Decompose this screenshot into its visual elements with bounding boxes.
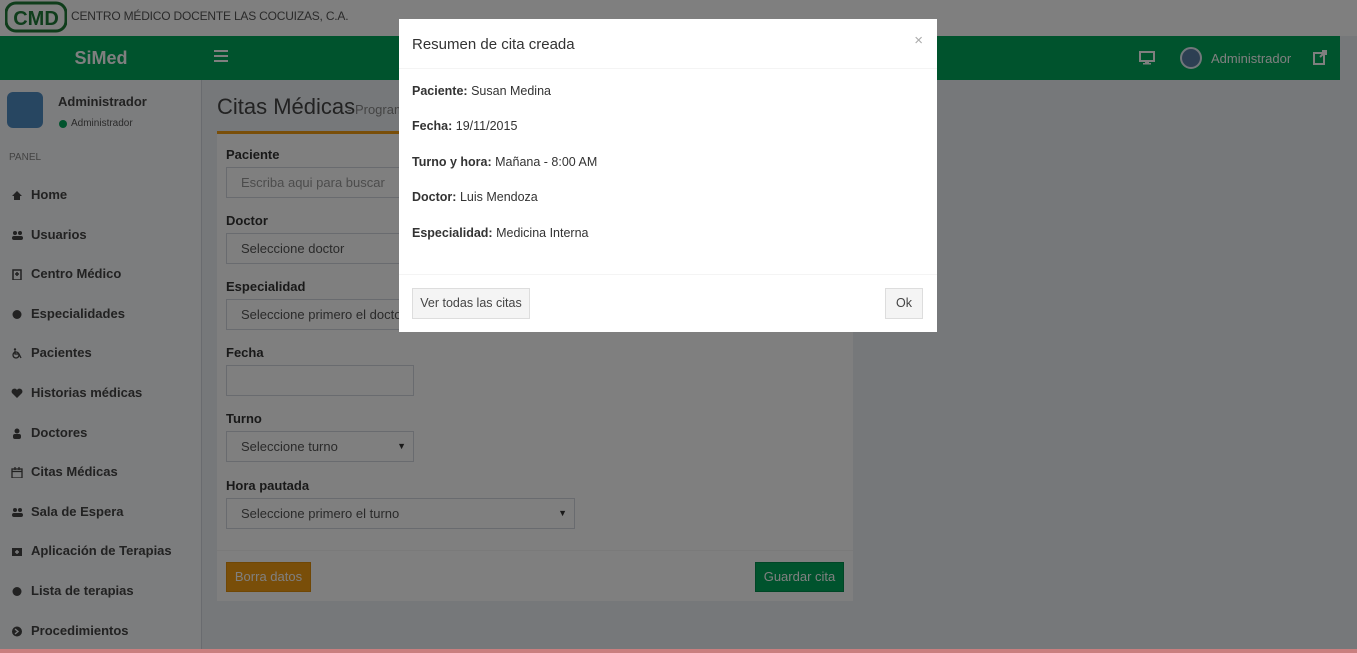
view-all-appointments-button[interactable]: Ver todas las citas xyxy=(412,288,530,319)
summary-value: Susan Medina xyxy=(471,84,551,98)
summary-label: Paciente: xyxy=(412,84,468,98)
bottom-strip xyxy=(0,649,1357,653)
appointment-summary-modal: Resumen de cita creada × Paciente: Susan… xyxy=(399,19,937,332)
summary-row-fecha: Fecha: 19/11/2015 xyxy=(412,119,517,133)
summary-value: Luis Mendoza xyxy=(459,190,538,204)
summary-row-turno: Turno y hora: Mañana - 8:00 AM xyxy=(412,155,597,169)
summary-label: Fecha: xyxy=(412,119,453,133)
summary-label: Especialidad: xyxy=(412,226,493,240)
ok-button[interactable]: Ok xyxy=(885,288,923,319)
summary-row-paciente: Paciente: Susan Medina xyxy=(412,84,551,98)
divider xyxy=(399,68,937,69)
summary-label: Doctor: xyxy=(412,190,457,204)
close-icon[interactable]: × xyxy=(914,32,923,49)
summary-value: Mañana - 8:00 AM xyxy=(495,155,598,169)
summary-row-especialidad: Especialidad: Medicina Interna xyxy=(412,226,589,240)
summary-value: Medicina Interna xyxy=(496,226,589,240)
summary-value: 19/11/2015 xyxy=(455,119,518,133)
summary-label: Turno y hora: xyxy=(412,155,492,169)
summary-row-doctor: Doctor: Luis Mendoza xyxy=(412,190,538,204)
divider xyxy=(399,274,937,275)
modal-title: Resumen de cita creada xyxy=(412,36,575,53)
